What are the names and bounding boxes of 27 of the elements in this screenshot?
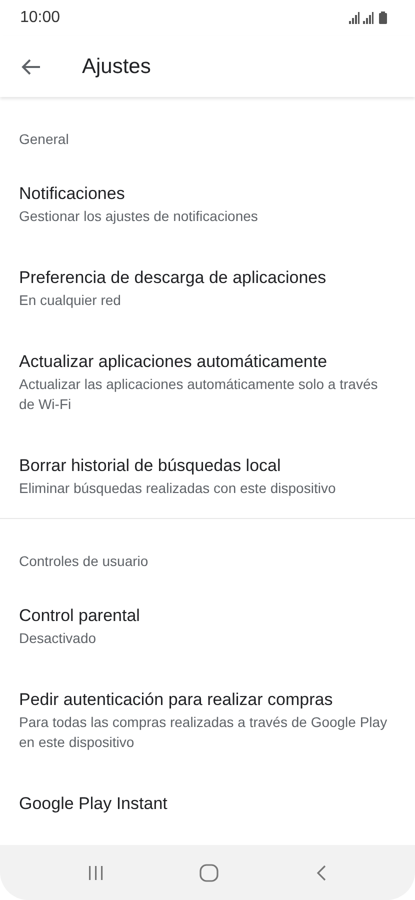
item-subtitle: Eliminar búsquedas realizadas con este dispositivo [19,479,337,498]
item-subtitle: Para todas las compras realizadas a través de Google Play en este dispositivo [19,713,388,752]
section-header: Controles de usuario [18,552,150,571]
status-time: 10:00 [20,8,60,28]
back-icon[interactable] [315,864,328,882]
item-title: Actualizar aplicaciones automáticamente [19,351,328,373]
item-title: Preferencia de descarga de aplicaciones [19,267,328,289]
item-title: Borrar historial de búsquedas local [19,455,282,477]
item-title: Control parental [19,605,141,627]
recent-apps-icon[interactable] [88,864,104,880]
page-title: Ajustes [82,54,151,80]
settings-item[interactable]: Borrar historial de búsquedas local Eliminar búsquedas realizadas con este dispositivo [0,434,415,518]
settings-item[interactable]: Google Play Instant [0,772,415,836]
settings-item[interactable]: Control parental Desactivado [0,584,415,668]
settings-item[interactable]: Preferencia de descarga de aplicaciones En cualquier red [0,246,415,330]
item-subtitle: Gestionar los ajustes de notificaciones [19,207,259,226]
item-title: Notificaciones [19,183,126,205]
item-title: Google Play Instant [19,793,168,815]
settings-item[interactable]: Notificaciones Gestionar los ajustes de notificaciones [0,162,415,246]
settings-item[interactable]: Actualizar aplicaciones automáticamente Actualizar las aplicaciones automáticamente solo a través de Wi-Fi [0,330,415,434]
home-icon[interactable] [199,862,220,882]
item-subtitle: Desactivado [19,629,98,648]
item-title: Pedir autenticación para realizar compras [19,689,334,711]
item-subtitle: En cualquier red [19,291,122,310]
settings-item[interactable]: Pedir autenticación para realizar compras Para todas las compras realizadas a través de Google Play en este dispositivo [0,668,415,772]
item-subtitle: Actualizar las aplicaciones automáticamente solo a través de Wi-Fi [19,375,379,414]
section-header: General [18,130,70,149]
